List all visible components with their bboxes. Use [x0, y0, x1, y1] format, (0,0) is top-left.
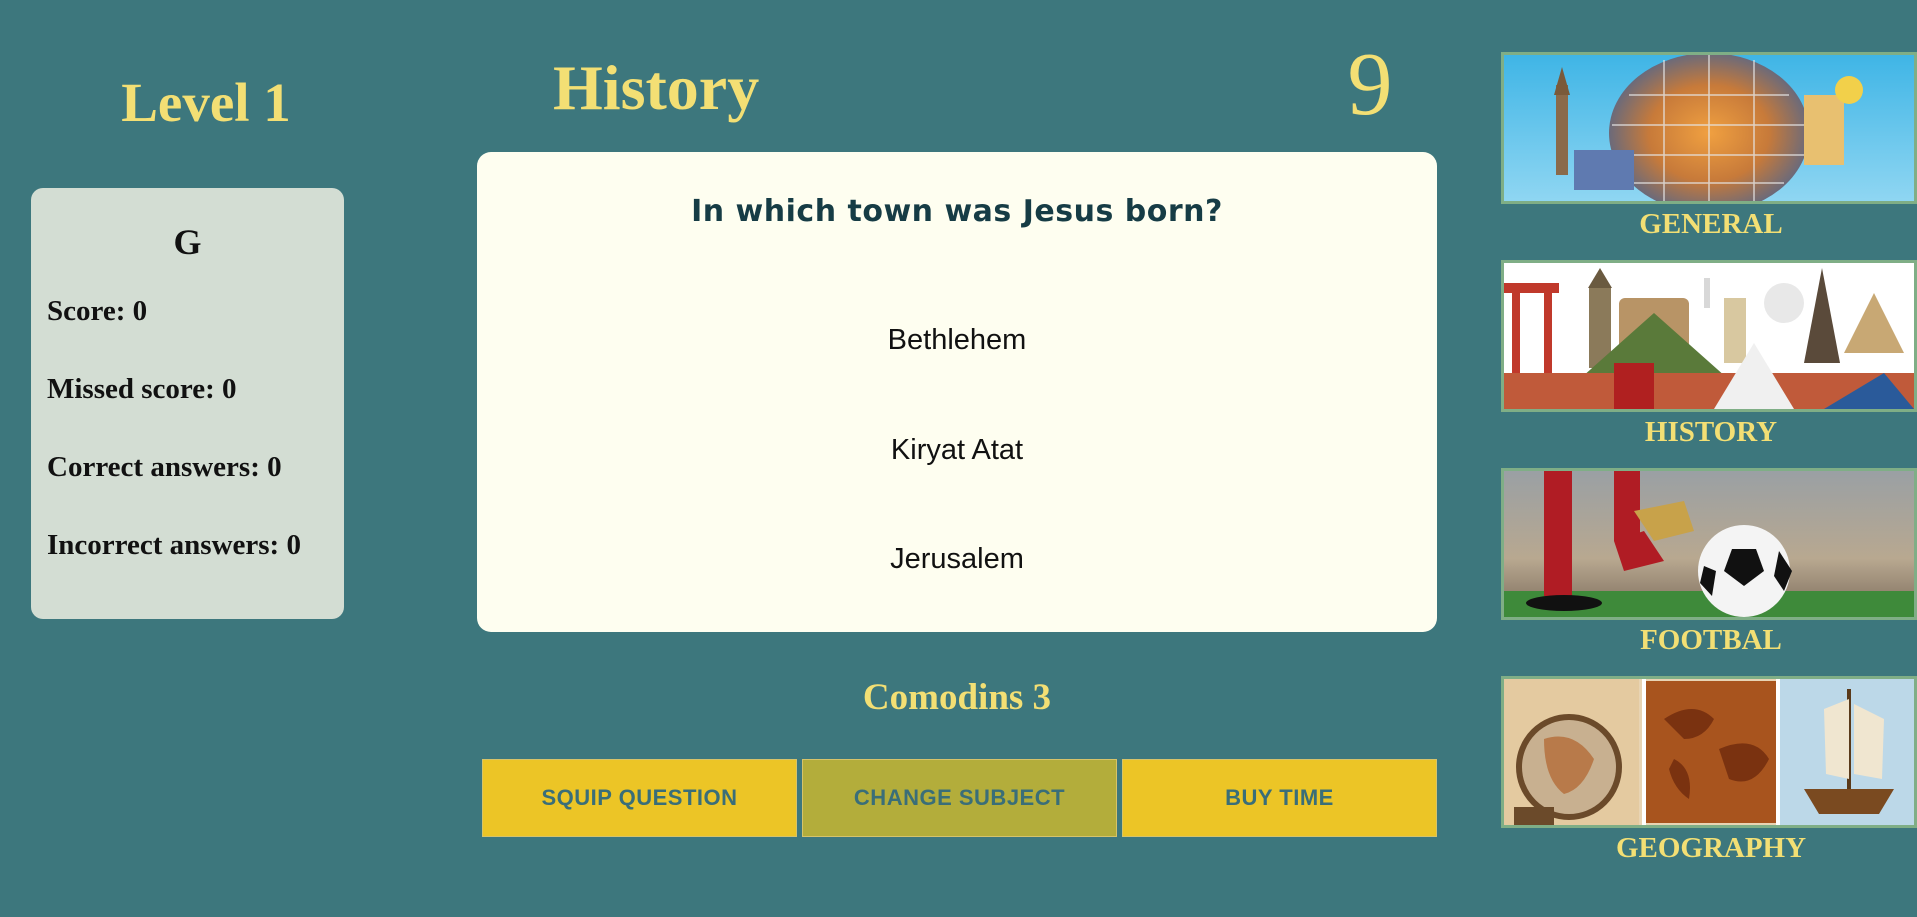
subject-label-geography: GEOGRAPHY — [1615, 832, 1807, 864]
subject-label-general: GENERAL — [1639, 208, 1783, 240]
answer-option[interactable]: Bethlehem — [477, 324, 1437, 357]
old-map-image — [1501, 676, 1917, 828]
correct-answers-stat: Correct answers: 0 — [47, 451, 282, 483]
incorrect-answers-stat: Incorrect answers: 0 — [47, 529, 301, 561]
lifeline-buttons: SQUIP QUESTION CHANGE SUBJECT BUY TIME — [482, 759, 1438, 837]
subject-tile-geography[interactable]: GEOGRAPHY — [1501, 676, 1917, 864]
subject-tile-history[interactable]: HISTORY — [1501, 260, 1917, 448]
subject-tile-general[interactable]: GENERAL — [1501, 52, 1917, 240]
level-title: Level 1 — [121, 72, 291, 133]
subject-title: History — [553, 52, 760, 123]
skip-question-button[interactable]: SQUIP QUESTION — [482, 759, 797, 837]
missed-score-stat: Missed score: 0 — [47, 373, 237, 405]
question-card: In which town was Jesus born? Bethlehem … — [477, 152, 1437, 632]
subject-tile-football[interactable]: FOOTBAL — [1501, 468, 1917, 656]
quiz-page: Level 1 G Score: 0 Missed score: 0 Corre… — [0, 0, 1917, 917]
answer-option[interactable]: Kiryat Atat — [477, 434, 1437, 467]
comodins-counter: Comodins 3 — [862, 677, 1052, 718]
score-stat: Score: 0 — [47, 295, 148, 327]
subject-label-history: HISTORY — [1644, 416, 1778, 448]
player-name: G — [173, 222, 202, 262]
countdown-timer: 9 — [1347, 35, 1393, 134]
world-monuments-image — [1501, 260, 1917, 412]
subject-label-football: FOOTBAL — [1640, 624, 1782, 656]
globe-landmarks-image — [1501, 52, 1917, 204]
change-subject-button[interactable]: CHANGE SUBJECT — [802, 759, 1117, 837]
question-text: In which town was Jesus born? — [691, 194, 1223, 229]
buy-time-button[interactable]: BUY TIME — [1122, 759, 1437, 837]
answer-option[interactable]: Jerusalem — [477, 543, 1437, 576]
football-image — [1501, 468, 1917, 620]
player-stats-card: G Score: 0 Missed score: 0 Correct answe… — [31, 188, 344, 619]
